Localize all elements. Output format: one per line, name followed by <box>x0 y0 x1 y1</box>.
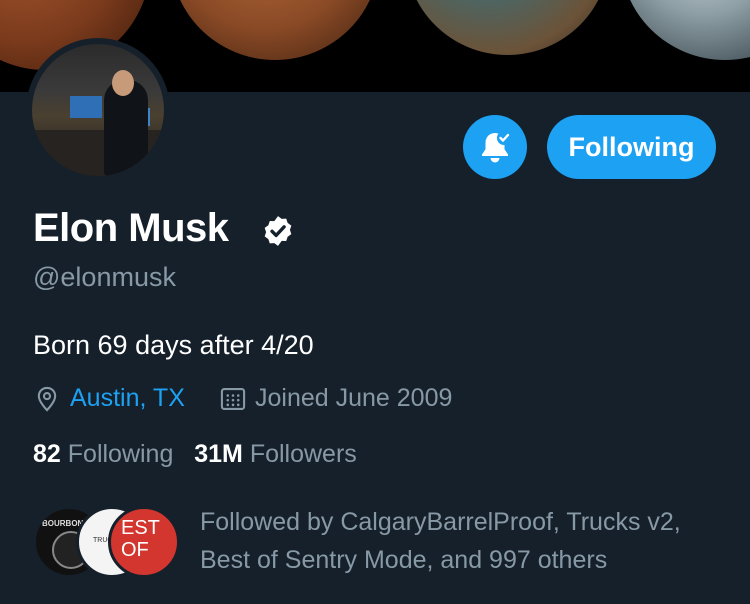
notifications-button[interactable] <box>463 115 527 179</box>
followers-label: Followers <box>249 440 357 468</box>
profile-stats: 82 Following 31M Followers <box>33 440 357 469</box>
profile-bio: Born 69 days after 4/20 <box>33 330 314 360</box>
planet-image <box>170 0 380 60</box>
avatar-head <box>112 70 134 96</box>
follower-avatar[interactable]: EST OF <box>108 506 180 578</box>
bell-check-icon <box>482 131 511 163</box>
profile-joined-date: Joined June 2009 <box>255 384 453 412</box>
avatar-label: EST OF <box>121 517 160 561</box>
calendar-icon <box>220 388 246 410</box>
profile-location[interactable]: Austin, TX <box>70 384 185 413</box>
location-pin-icon <box>37 386 57 412</box>
profile-avatar[interactable] <box>26 38 170 182</box>
planet-image <box>405 0 610 55</box>
verified-badge-icon <box>264 216 292 246</box>
following-count-link[interactable]: 82 Following <box>33 440 173 469</box>
followed-by-text[interactable]: Followed by CalgaryBarrelProof, Trucks v… <box>200 503 720 579</box>
profile-name: Elon Musk <box>33 206 229 250</box>
followers-count-link[interactable]: 31M Followers <box>194 440 357 469</box>
following-button[interactable]: Following <box>547 115 716 179</box>
avatar-label: BOURBON <box>42 519 84 528</box>
followers-count: 31M <box>194 440 243 468</box>
avatar-photo <box>32 44 164 176</box>
profile-handle: @elonmusk <box>33 262 176 292</box>
planet-image <box>620 0 750 60</box>
following-count: 82 <box>33 440 61 468</box>
avatar-screen <box>70 96 102 118</box>
following-label: Following <box>67 440 174 468</box>
